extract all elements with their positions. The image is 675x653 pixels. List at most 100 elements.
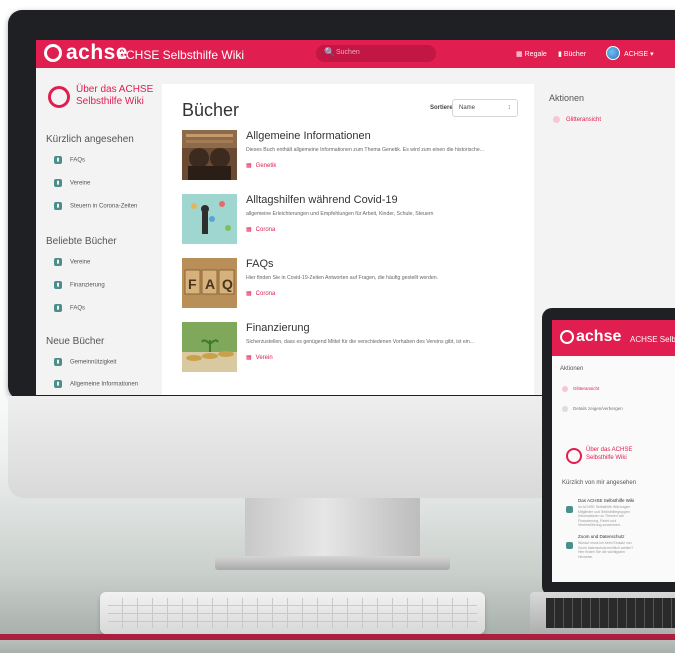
search-placeholder: Suchen	[336, 49, 360, 56]
book-list-item[interactable]: F A Q FAQs Hier finden Sie in Covid-19-Z…	[182, 258, 522, 318]
books-panel: Bücher Sortieren Name ↕ Allgemeine Infor…	[162, 84, 534, 395]
book-title[interactable]: Allgemeine Informationen	[246, 130, 371, 142]
sort-direction-icon[interactable]: ↕	[508, 104, 512, 111]
grid-view-action[interactable]: Glitteransicht	[553, 116, 601, 123]
wiki-title[interactable]: ACHSE Selbsthilfe Wiki	[118, 48, 244, 62]
laptop-toggle-details-action[interactable]: Details zeigen/verbergen	[562, 406, 623, 412]
details-icon	[562, 406, 568, 412]
grid-icon	[553, 116, 560, 123]
book-description: Sicherzustellen, dass es genügend Mittel…	[246, 339, 475, 345]
chevron-down-icon: ▾	[650, 51, 654, 58]
keyboard	[100, 592, 485, 634]
sidebar-item-label: Steuern in Corona-Zeiten	[70, 203, 138, 210]
book-icon: ▮	[54, 179, 62, 187]
keyboard-keys	[108, 598, 477, 628]
books-label: Bücher	[563, 51, 587, 58]
laptop-about-link[interactable]: Über das ACHSE Selbsthilfe Wiki	[586, 446, 656, 462]
shelf-label: Corona	[255, 227, 276, 233]
book-list-item[interactable]: Alltagshilfen während Covid-19 allgemein…	[182, 194, 522, 254]
book-list-item[interactable]: Allgemeine Informationen Dieses Buch ent…	[182, 130, 522, 190]
laptop-recent-text: Worauf muss ich beim Einsatz von Zoom da…	[578, 541, 634, 559]
shelf-icon: ▦	[246, 355, 252, 361]
book-description: Hier finden Sie in Covid-19-Zeiten Antwo…	[246, 275, 439, 281]
shelf-tag[interactable]: ▦ Genetik	[246, 162, 276, 169]
book-icon: ▮	[54, 156, 62, 164]
search-input[interactable]: 🔍 Suchen	[316, 45, 436, 62]
achse-logo-icon	[48, 86, 70, 108]
book-thumbnail: F A Q	[182, 258, 237, 308]
shelf-tag[interactable]: ▦ Corona	[246, 290, 275, 297]
laptop-keyboard	[546, 598, 675, 628]
sidebar-item-label: Vereine	[70, 180, 91, 187]
book-list-item[interactable]: Finanzierung Sicherzustellen, dass es ge…	[182, 322, 522, 382]
svg-text:Q: Q	[222, 276, 233, 292]
desk-surface	[0, 640, 675, 653]
laptop-wiki-title[interactable]: ACHSE Selbst	[630, 335, 675, 344]
laptop-actions-heading: Aktionen	[560, 366, 584, 372]
sidebar-item[interactable]: ▮ FAQs	[54, 156, 85, 164]
sidebar-item[interactable]: ▮ Allgemeine Informationen	[54, 380, 138, 388]
sidebar-item[interactable]: ▮ FAQs	[54, 304, 85, 312]
achse-logo-icon	[566, 448, 582, 464]
laptop-recent-title[interactable]: Zoom und Datenschutz	[578, 534, 625, 539]
book-title[interactable]: FAQs	[246, 258, 274, 270]
book-icon: ▮	[54, 258, 62, 266]
shelf-tag[interactable]: ▦ Verein	[246, 354, 273, 361]
popular-books-heading: Beliebte Bücher	[46, 236, 117, 247]
sidebar-item[interactable]: ▮ Vereine	[54, 179, 90, 187]
new-books-heading: Neue Bücher	[46, 336, 105, 347]
app-header: achse ACHSE Selbsthilfe Wiki 🔍 Suchen ▦ R…	[36, 40, 675, 68]
book-icon: ▮	[558, 51, 562, 58]
recently-viewed-heading: Kürzlich angesehen	[46, 134, 134, 145]
user-label: ACHSE	[624, 51, 649, 58]
book-thumbnail	[182, 194, 237, 244]
book-description: Dieses Buch enthält allgemeine Informati…	[246, 147, 485, 153]
action-label: Glitteransicht	[573, 386, 600, 392]
about-link[interactable]: Über das ACHSE Selbsthilfe Wiki	[76, 84, 156, 108]
book-title[interactable]: Finanzierung	[246, 322, 310, 334]
shelf-label: Corona	[255, 291, 276, 297]
sidebar-item[interactable]: ▮ Steuern in Corona-Zeiten	[54, 202, 137, 210]
shelf-icon: ▦	[246, 291, 252, 297]
sort-value: Name	[459, 105, 476, 111]
sidebar-item[interactable]: ▮ Gemeinnützigkeit	[54, 358, 116, 366]
laptop-logo-text[interactable]: achse	[576, 328, 621, 346]
action-label: Glitteransicht	[566, 117, 602, 124]
books-link[interactable]: ▮ Bücher	[558, 50, 586, 58]
book-icon: ▮	[54, 304, 62, 312]
book-description: allgemeine Erleichterungen und Empfehlun…	[246, 211, 434, 217]
book-icon	[566, 506, 573, 513]
laptop-recent-text: Im ACHSE Selbsthilfe Wiki tragen Mitglie…	[578, 505, 631, 527]
laptop-grid-view-action[interactable]: Glitteransicht	[562, 386, 599, 392]
shelves-icon: ▦	[516, 51, 523, 58]
sidebar-item-label: Gemeinnützigkeit	[70, 359, 117, 366]
shelves-link[interactable]: ▦ Regale	[516, 50, 547, 58]
laptop-recent-title[interactable]: Das ACHSE Selbsthilfe Wiki	[578, 498, 634, 503]
action-label: Details zeigen/verbergen	[573, 406, 623, 412]
page-title: Bücher	[182, 100, 240, 120]
user-menu[interactable]: ACHSE ▾	[624, 50, 654, 58]
book-icon: ▮	[54, 380, 62, 388]
user-avatar[interactable]	[606, 46, 620, 60]
book-icon: ▮	[54, 281, 62, 289]
sidebar-item-label: Finanzierung	[70, 282, 105, 289]
book-icon	[566, 542, 573, 549]
shelf-icon: ▦	[246, 227, 252, 233]
grid-icon	[562, 386, 568, 392]
sidebar-item[interactable]: ▮ Vereine	[54, 258, 90, 266]
achse-logo-icon[interactable]	[44, 44, 62, 62]
achse-logo-icon[interactable]	[560, 330, 574, 344]
sidebar-item-label: Allgemeine Informationen	[70, 381, 139, 388]
laptop-recent-heading: Kürzlich von mir angesehen	[562, 480, 637, 486]
shelf-tag[interactable]: ▦ Corona	[246, 226, 275, 233]
sidebar-item-label: Vereine	[70, 259, 91, 266]
sort-select[interactable]: Name ↕	[452, 99, 518, 117]
book-title[interactable]: Alltagshilfen während Covid-19	[246, 194, 398, 206]
sidebar-item-label: FAQs	[70, 157, 86, 164]
book-icon: ▮	[54, 358, 62, 366]
svg-text:A: A	[205, 276, 215, 292]
sidebar-item[interactable]: ▮ Finanzierung	[54, 281, 105, 289]
book-thumbnail	[182, 130, 237, 180]
imac-stand-foot	[215, 556, 450, 570]
shelf-icon: ▦	[246, 163, 252, 169]
